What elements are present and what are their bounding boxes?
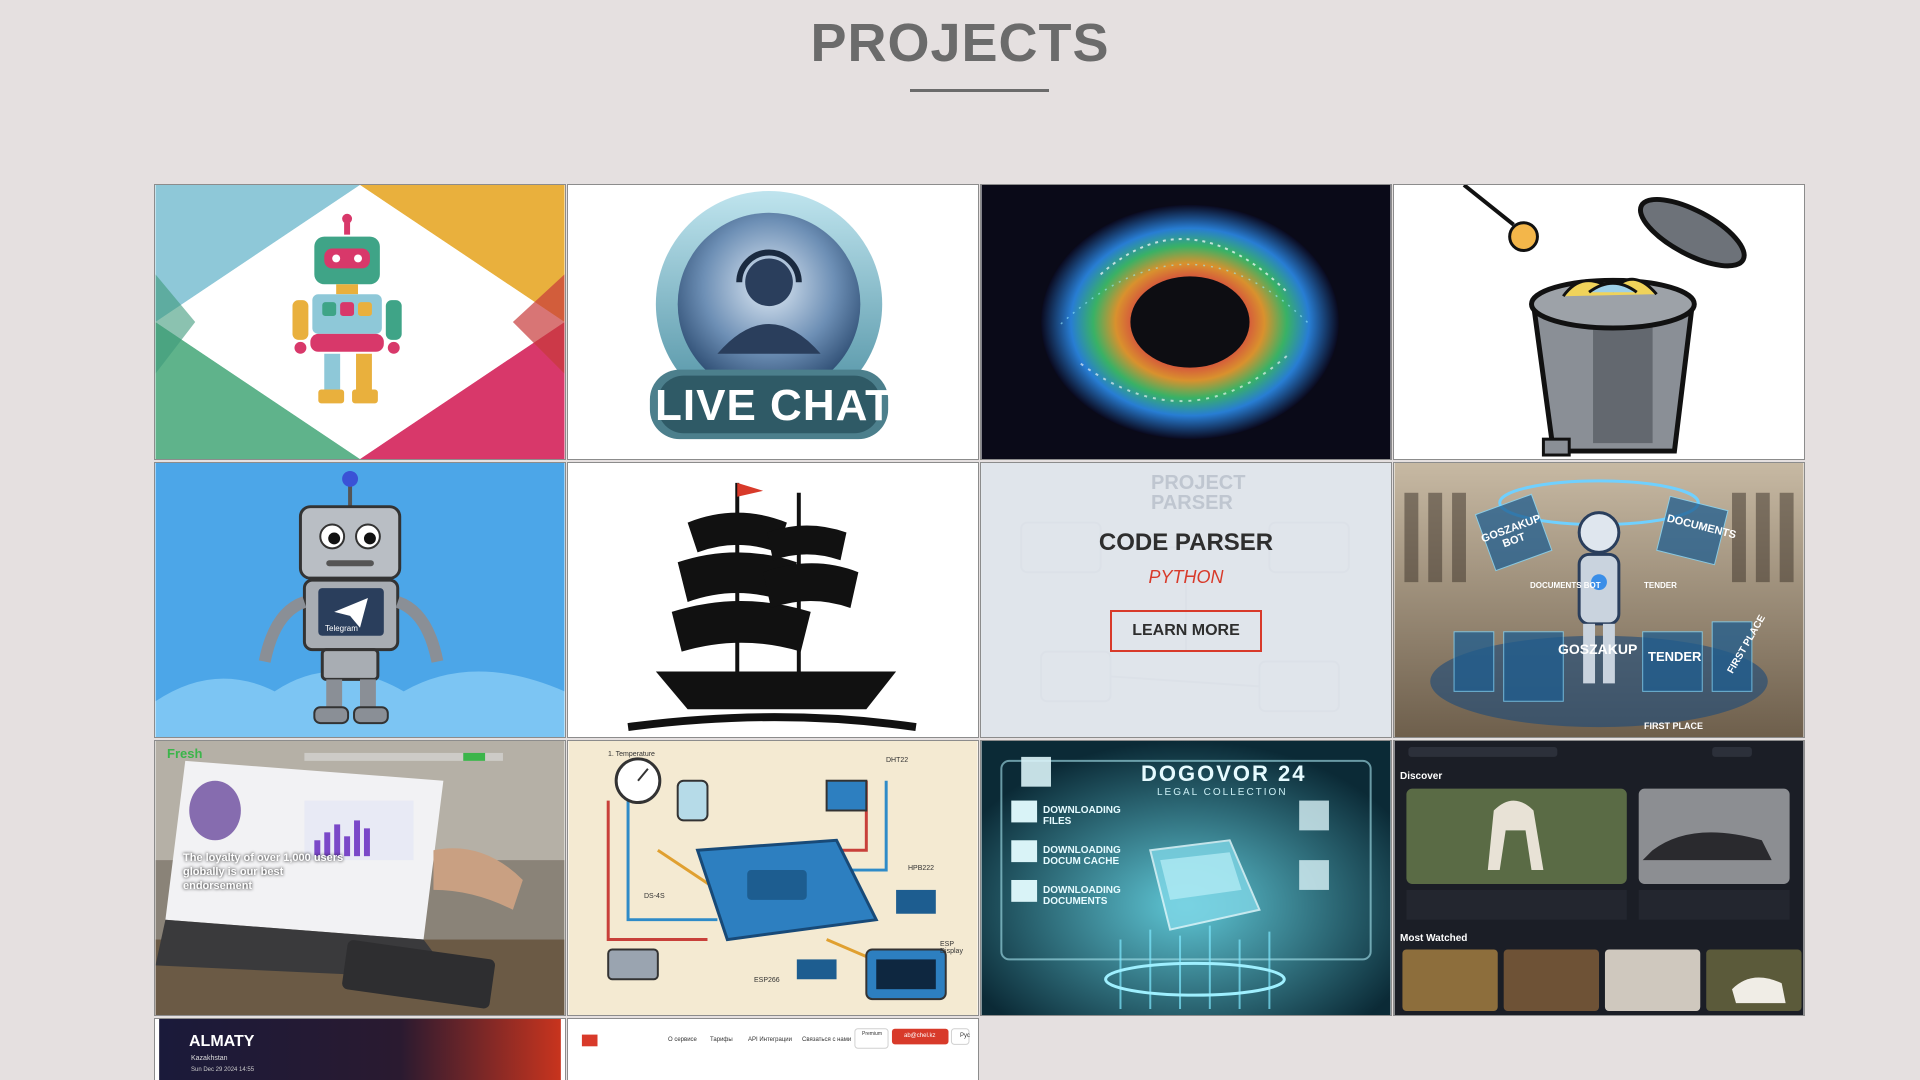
ship-project[interactable] (567, 462, 979, 738)
premium-badge: Premium (862, 1031, 883, 1037)
weather-date: Sun Dec 29 2024 14:55 (191, 1067, 255, 1073)
first-place-label: FIRST PLACE (1644, 721, 1704, 731)
dogovor-subtitle: LEGAL COLLECTION (1157, 787, 1288, 798)
fresh-cash-project[interactable]: Fresh The loyalty of over 1,000 users gl… (154, 740, 566, 1016)
learn-more-button[interactable]: LEARN MORE (1110, 609, 1262, 652)
live-chat-label: LIVE CHAT (655, 381, 893, 430)
most-watched-heading: Most Watched (1400, 933, 1468, 944)
dogovor-item-1: DOWNLOADING FILES (1043, 805, 1121, 827)
smart-home-project[interactable]: 1. Temperature DHT22 ESP Display ESP266 … (567, 740, 979, 1016)
fresh-cash-logo: Fresh (167, 746, 203, 761)
language-selector[interactable]: Рус (960, 1033, 970, 1039)
discover-heading: Discover (1400, 771, 1443, 782)
smart-home-label-display: ESP Display (940, 941, 963, 955)
goszakup-bot-project[interactable]: GOSZAKUP BOT DOCUMENTS DOCUMENTS BOT TEN… (1393, 462, 1805, 738)
title-underline (910, 89, 1049, 92)
nav-about[interactable]: О сервисе (668, 1037, 697, 1043)
nav-contact[interactable]: Связаться с нами (802, 1037, 851, 1043)
tender-label: TENDER (1648, 649, 1702, 664)
nav-pricing[interactable]: Тарифы (710, 1037, 733, 1043)
slack-robot-project[interactable] (154, 184, 566, 460)
telegram-robot-icon (155, 463, 565, 737)
telegram-label: Telegram (325, 624, 358, 633)
trash-can-icon (1394, 185, 1804, 459)
documents-bot-label: DOCUMENTS BOT (1530, 581, 1601, 590)
live-chat-project[interactable]: LIVE CHAT (567, 184, 979, 460)
color-swirl-icon (981, 185, 1391, 459)
parser-web-project[interactable]: О сервисе Тарифы API Интеграции Связатьс… (567, 1018, 979, 1080)
project-title: CODE PARSER (1098, 528, 1274, 556)
code-parser-project[interactable]: PROJECT PARSER CODE PARSER PYTHON LEARN … (980, 462, 1392, 738)
dogovor-project[interactable]: DOGOVOR 24 LEGAL COLLECTION DOWNLOADING … (980, 740, 1392, 1016)
sailing-ship-icon (568, 463, 978, 737)
country-name: Kazakhstan (191, 1055, 228, 1062)
color-burst-project[interactable] (980, 184, 1392, 460)
nav-api[interactable]: API Интеграции (748, 1037, 792, 1043)
video-discover-project[interactable]: Discover Most Watched (1393, 740, 1805, 1016)
project-language: PYTHON (1148, 566, 1224, 587)
telegram-bot-project[interactable]: Telegram (154, 462, 566, 738)
video-gallery-icon (1394, 741, 1804, 1015)
smart-home-label-ds4s: DS-4S (644, 893, 665, 900)
smart-home-label-esp266: ESP266 (754, 977, 780, 984)
almaty-weather-project[interactable]: ALMATY Kazakhstan Sun Dec 29 2024 14:55 (154, 1018, 566, 1080)
dogovor-item-3: DOWNLOADING DOCUMENTS (1043, 885, 1121, 907)
city-name: ALMATY (189, 1033, 255, 1050)
tender-small-label: TENDER (1644, 581, 1677, 590)
smart-home-label-hpb222: HPB222 (908, 865, 935, 872)
user-button[interactable]: ab@chel.kz (904, 1033, 935, 1039)
web-page-icon (572, 1019, 974, 1080)
smart-home-label-temperature: 1. Temperature (608, 751, 655, 758)
fresh-cash-tagline: The loyalty of over 1,000 users globally… (183, 852, 344, 892)
smart-home-label-dht22: DHT22 (886, 757, 909, 764)
trash-can-project[interactable] (1393, 184, 1805, 460)
dogovor-title: DOGOVOR 24 (1141, 761, 1307, 786)
robot-icon (155, 185, 565, 459)
page-title: PROJECTS (810, 13, 1110, 73)
circuit-diagram-icon (568, 741, 978, 1015)
dogovor-item-2: DOWNLOADING DOCUM CACHE (1043, 845, 1121, 867)
goszakup-robot-icon (1394, 463, 1804, 737)
parser-background-text: PROJECT PARSER (1151, 472, 1246, 514)
goszakup-label: GOSZAKUP (1558, 641, 1638, 657)
